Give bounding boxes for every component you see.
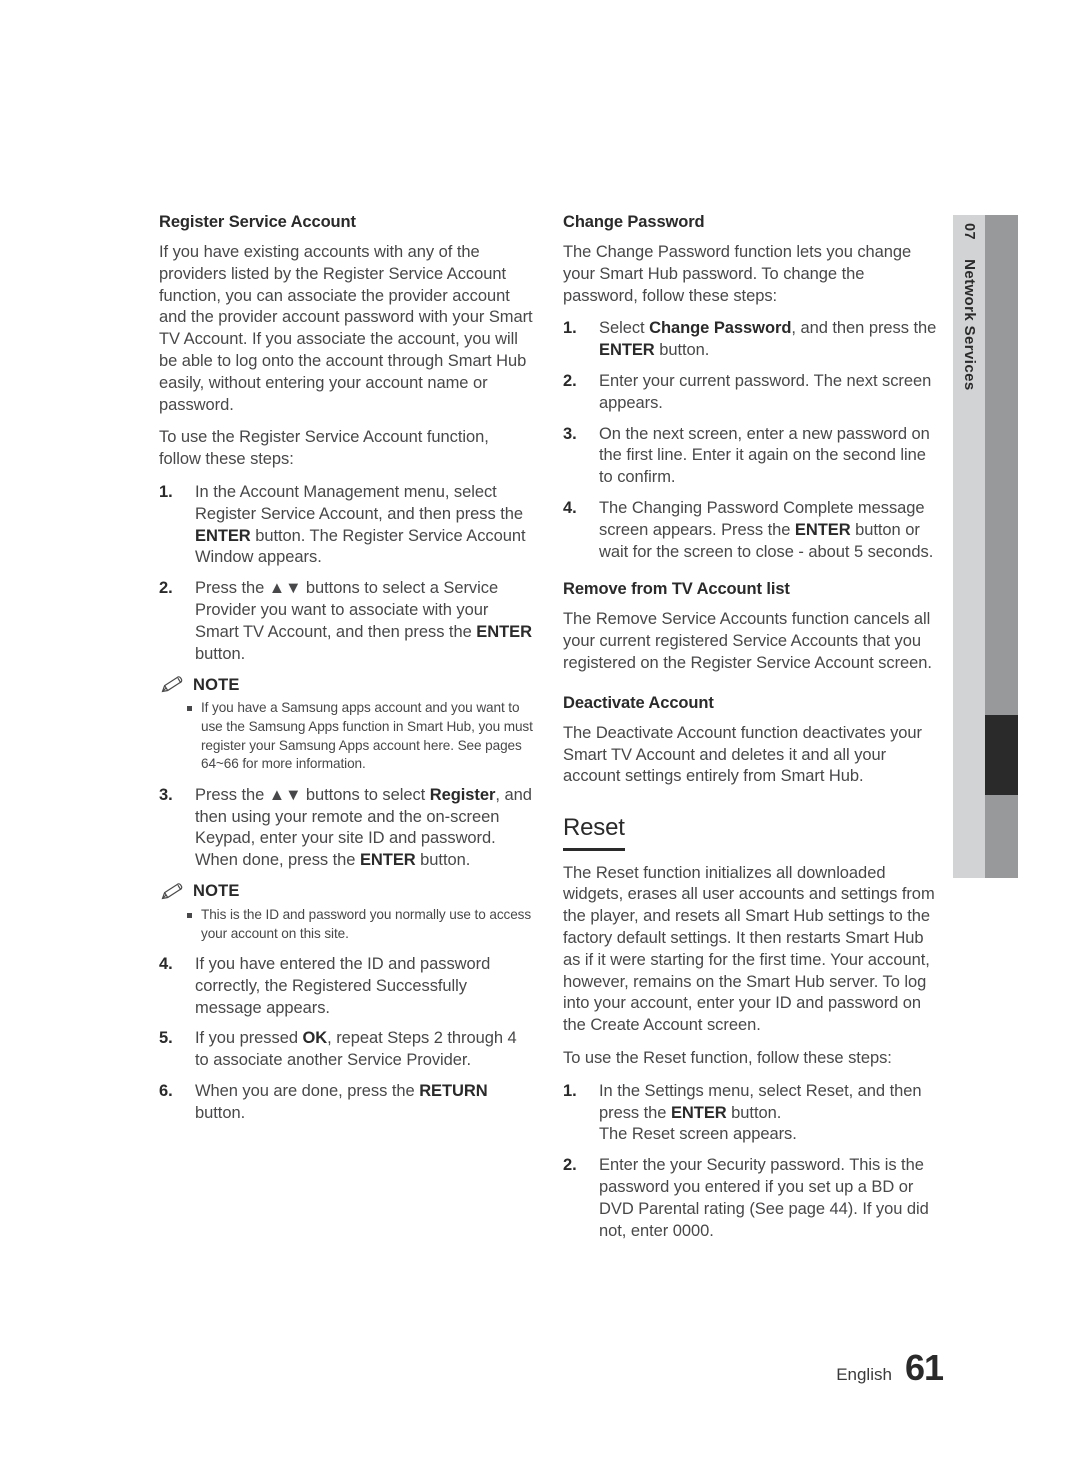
note-item: If you have a Samsung apps account and y… xyxy=(187,699,534,773)
steps-register-service-account-part2: 3. Press the ▲▼ buttons to select Registe… xyxy=(159,785,534,872)
side-tab-chapter-title: Network Services xyxy=(961,259,978,391)
step-text-d: The Reset screen appears. xyxy=(599,1125,797,1144)
note-list-2: This is the ID and password you normally… xyxy=(159,906,534,943)
step-number: 1. xyxy=(563,1081,577,1100)
step-number: 3. xyxy=(159,785,173,804)
heading-reset: Reset xyxy=(563,814,625,842)
note-label: NOTE xyxy=(193,882,240,901)
step-item: 1. Select Change Password, and then press… xyxy=(563,318,943,362)
up-down-arrows-icon: ▲▼ xyxy=(268,579,302,598)
left-column: Register Service Account If you have exi… xyxy=(159,212,534,1134)
step-number: 3. xyxy=(563,424,577,443)
page-footer: English 61 xyxy=(836,1347,944,1389)
paragraph-reset-1: The Reset function initializes all downl… xyxy=(563,863,935,1035)
step-item: 4. The Changing Password Complete message… xyxy=(563,498,943,563)
step-text-b: buttons to select xyxy=(301,785,430,804)
pencil-icon xyxy=(159,675,185,695)
heading-deactivate-account: Deactivate Account xyxy=(563,693,714,712)
step-text-bold: Change Password xyxy=(649,319,792,338)
paragraph-change-password: The Change Password function lets you ch… xyxy=(563,243,912,305)
step-text-a: If you have entered the ID and password … xyxy=(195,955,491,1017)
note-header-1: NOTE xyxy=(159,675,534,695)
step-text-bold-2: ENTER xyxy=(359,851,416,870)
heading-register-service-account: Register Service Account xyxy=(159,213,356,231)
step-text-c: button. xyxy=(195,1103,246,1122)
chapter-side-tab: 07 Network Services xyxy=(953,215,1018,878)
note-header-2: NOTE xyxy=(159,882,534,902)
step-text-e: button. xyxy=(654,341,710,360)
side-tab-chapter-marker xyxy=(985,715,1018,795)
step-item: 2. Press the ▲▼ buttons to select a Servi… xyxy=(159,578,534,665)
pencil-icon xyxy=(159,882,185,902)
footer-language: English xyxy=(836,1365,892,1384)
step-number: 2. xyxy=(563,1156,577,1175)
step-text-a: On the next screen, enter a new password… xyxy=(599,424,930,487)
step-item: 6. When you are done, press the RETURN bu… xyxy=(159,1081,534,1125)
steps-change-password: 1. Select Change Password, and then press… xyxy=(563,318,943,563)
step-text-bold: ENTER xyxy=(670,1103,727,1122)
step-text-a: Press the xyxy=(195,785,269,804)
step-text-bold: OK xyxy=(302,1029,328,1048)
steps-reset: 1. In the Settings menu, select Reset, an… xyxy=(563,1081,943,1243)
step-text-a: In the Account Management menu, select R… xyxy=(195,482,523,523)
right-column: Change Password The Change Password func… xyxy=(563,212,943,1251)
note-item: This is the ID and password you normally… xyxy=(187,906,534,943)
step-text-f: button. xyxy=(415,851,471,870)
step-text-a: Select xyxy=(599,319,650,338)
note-list-1: If you have a Samsung apps account and y… xyxy=(159,699,534,773)
step-text-bold: ENTER xyxy=(195,526,251,545)
side-tab-chapter-number: 07 xyxy=(961,223,977,240)
step-item: 2. Enter your current password. The next … xyxy=(563,371,943,415)
step-text-bold: RETURN xyxy=(419,1082,488,1101)
step-item: 1. In the Settings menu, select Reset, an… xyxy=(563,1081,943,1146)
step-text-a: Enter your current password. The next sc… xyxy=(599,371,932,412)
paragraph-reset-2: To use the Reset function, follow these … xyxy=(563,1049,892,1068)
paragraph-deactivate-account: The Deactivate Account function deactiva… xyxy=(563,723,922,786)
heading-reset-wrapper: Reset xyxy=(563,814,943,851)
step-number: 2. xyxy=(159,579,173,598)
note-label: NOTE xyxy=(193,675,240,694)
step-text-bold: ENTER xyxy=(476,622,532,641)
step-item: 1. In the Account Management menu, select… xyxy=(159,482,534,569)
paragraph-register-intro-2: To use the Register Service Account func… xyxy=(159,428,489,469)
step-text-bold-2: ENTER xyxy=(599,341,655,360)
step-text-bold: Register xyxy=(429,785,496,804)
step-number: 6. xyxy=(159,1082,173,1101)
heading-remove-from-tv-account-list: Remove from TV Account list xyxy=(563,580,790,599)
step-item: 2. Enter the your Security password. This… xyxy=(563,1155,943,1242)
step-text-a: If you pressed xyxy=(195,1029,303,1048)
step-text-a: Press the xyxy=(195,579,269,598)
paragraph-register-intro-1: If you have existing accounts with any o… xyxy=(159,243,533,414)
step-text-a: When you are done, press the xyxy=(195,1082,420,1101)
step-number: 1. xyxy=(563,319,577,338)
step-text-c: , and then press the xyxy=(791,319,937,338)
heading-change-password: Change Password xyxy=(563,213,705,231)
step-text-c: button. xyxy=(726,1103,782,1122)
steps-register-service-account-part1: 1. In the Account Management menu, select… xyxy=(159,482,534,665)
step-number: 1. xyxy=(159,482,173,501)
step-number: 2. xyxy=(563,371,577,390)
step-text-d: button. xyxy=(195,644,246,663)
paragraph-remove-from-tv-account-list: The Remove Service Accounts function can… xyxy=(563,610,932,672)
side-tab-text: 07 Network Services xyxy=(953,215,985,878)
step-number: 5. xyxy=(159,1029,173,1048)
step-item: 5. If you pressed OK, repeat Steps 2 thro… xyxy=(159,1028,534,1072)
up-down-arrows-icon: ▲▼ xyxy=(268,785,302,804)
step-number: 4. xyxy=(159,955,173,974)
step-text-a: Enter the your Security password. This i… xyxy=(599,1156,929,1240)
steps-register-service-account-part3: 4. If you have entered the ID and passwor… xyxy=(159,954,534,1125)
step-number: 4. xyxy=(563,498,577,517)
step-item: 3. On the next screen, enter a new passwo… xyxy=(563,424,943,489)
step-item: 4. If you have entered the ID and passwor… xyxy=(159,954,534,1019)
manual-page: 07 Network Services Register Service Acc… xyxy=(0,0,1080,1477)
heading-reset-underline xyxy=(563,848,625,851)
step-text-bold: ENTER xyxy=(794,520,851,539)
step-item: 3. Press the ▲▼ buttons to select Registe… xyxy=(159,785,534,872)
footer-page-number: 61 xyxy=(904,1347,944,1388)
